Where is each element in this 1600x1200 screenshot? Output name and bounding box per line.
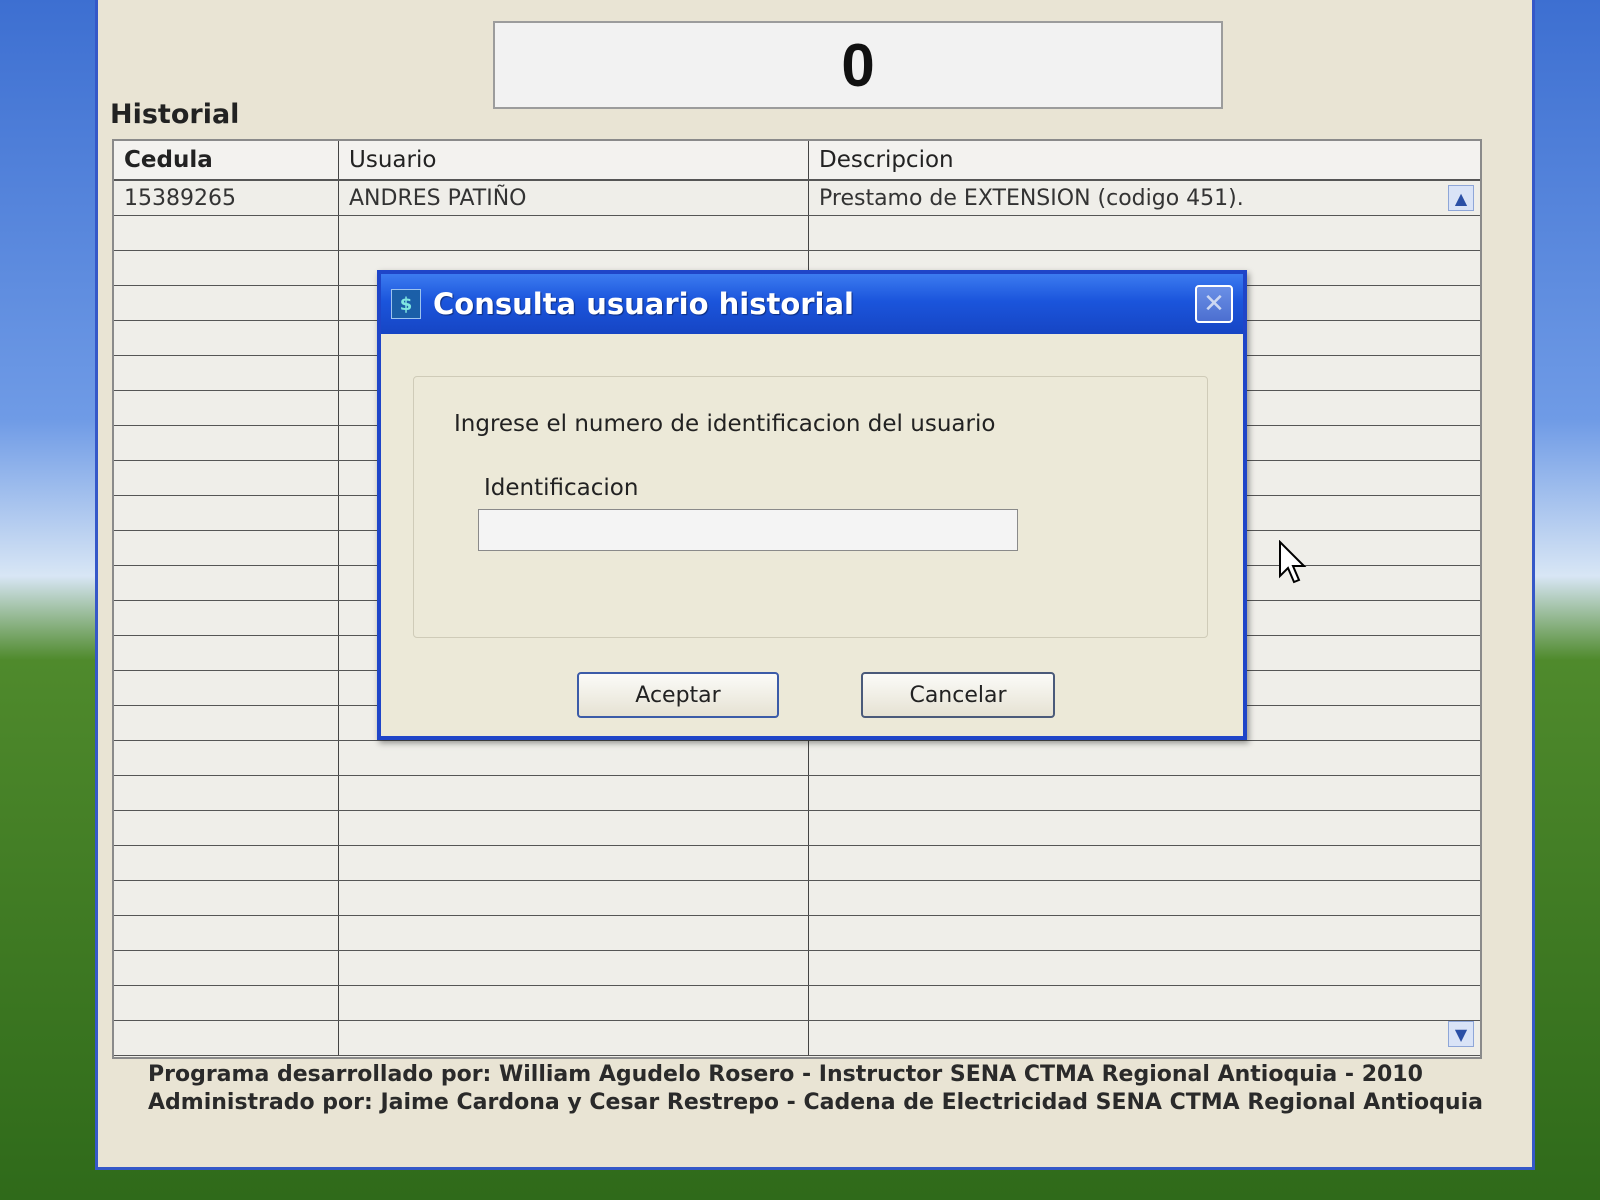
empty-cell — [114, 916, 339, 950]
grid-header: Cedula Usuario Descripcion — [114, 141, 1480, 181]
column-header-descripcion[interactable]: Descripcion — [809, 141, 1480, 179]
empty-cell — [114, 846, 339, 880]
empty-cell — [114, 426, 339, 460]
empty-cell — [114, 286, 339, 320]
cell-descripcion: Prestamo de EXTENSION (codigo 451). — [819, 185, 1244, 211]
app-icon: $ — [391, 289, 421, 319]
close-button[interactable]: ✕ — [1195, 285, 1233, 323]
empty-cell — [809, 951, 1480, 985]
empty-cell — [809, 741, 1480, 775]
cell-cedula: 15389265 — [114, 181, 339, 215]
cell-usuario: ANDRES PATIÑO — [339, 181, 809, 215]
scroll-down-icon[interactable]: ▼ — [1448, 1021, 1474, 1047]
empty-cell — [339, 951, 809, 985]
empty-cell — [339, 1021, 809, 1055]
empty-row — [114, 216, 1480, 251]
dialog-prompt: Ingrese el numero de identificacion del … — [454, 411, 996, 437]
table-row[interactable]: 15389265 ANDRES PATIÑO Prestamo de EXTEN… — [114, 181, 1480, 216]
footer-line-1: Programa desarrollado por: William Agude… — [148, 1062, 1423, 1087]
scroll-up-icon[interactable]: ▲ — [1448, 185, 1474, 211]
empty-cell — [114, 636, 339, 670]
dialog-titlebar[interactable]: $ Consulta usuario historial ✕ — [381, 274, 1243, 334]
empty-cell — [809, 846, 1480, 880]
column-header-cedula[interactable]: Cedula — [114, 141, 339, 179]
history-title: Historial — [110, 99, 240, 130]
empty-cell — [809, 986, 1480, 1020]
empty-cell — [339, 216, 809, 250]
empty-cell — [114, 706, 339, 740]
empty-cell — [114, 391, 339, 425]
identificacion-input[interactable] — [478, 509, 1018, 551]
empty-row — [114, 741, 1480, 776]
empty-cell — [809, 811, 1480, 845]
empty-cell — [339, 811, 809, 845]
footer-credits: Programa desarrollado por: William Agude… — [148, 1061, 1483, 1117]
counter-display: 0 — [493, 21, 1223, 109]
empty-cell — [339, 846, 809, 880]
empty-row — [114, 916, 1480, 951]
identificacion-label: Identificacion — [484, 475, 639, 501]
counter-value: 0 — [841, 31, 875, 99]
empty-row — [114, 951, 1480, 986]
empty-row — [114, 881, 1480, 916]
empty-cell — [114, 776, 339, 810]
empty-cell — [339, 881, 809, 915]
empty-cell — [809, 216, 1480, 250]
empty-row — [114, 846, 1480, 881]
empty-cell — [114, 811, 339, 845]
empty-cell — [809, 881, 1480, 915]
cancelar-button[interactable]: Cancelar — [861, 672, 1055, 718]
empty-cell — [809, 1021, 1480, 1055]
empty-row — [114, 1021, 1480, 1056]
empty-cell — [114, 251, 339, 285]
empty-cell — [114, 671, 339, 705]
empty-cell — [809, 916, 1480, 950]
input-group: Ingrese el numero de identificacion del … — [413, 376, 1208, 638]
aceptar-button[interactable]: Aceptar — [577, 672, 779, 718]
empty-cell — [114, 356, 339, 390]
empty-cell — [114, 496, 339, 530]
empty-row — [114, 776, 1480, 811]
empty-cell — [114, 986, 339, 1020]
empty-cell — [114, 566, 339, 600]
empty-cell — [114, 741, 339, 775]
empty-cell — [114, 881, 339, 915]
column-header-usuario[interactable]: Usuario — [339, 141, 809, 179]
empty-cell — [114, 531, 339, 565]
dialog-title: Consulta usuario historial — [433, 287, 854, 321]
empty-cell — [809, 776, 1480, 810]
mouse-cursor-icon — [1279, 540, 1307, 584]
footer-line-2: Administrado por: Jaime Cardona y Cesar … — [148, 1090, 1483, 1115]
empty-cell — [339, 741, 809, 775]
empty-cell — [339, 776, 809, 810]
empty-cell — [339, 916, 809, 950]
empty-cell — [114, 321, 339, 355]
empty-cell — [114, 601, 339, 635]
empty-cell — [114, 216, 339, 250]
empty-cell — [114, 951, 339, 985]
empty-row — [114, 811, 1480, 846]
empty-cell — [114, 461, 339, 495]
empty-row — [114, 986, 1480, 1021]
empty-cell — [339, 986, 809, 1020]
close-icon: ✕ — [1203, 289, 1225, 319]
consulta-dialog: $ Consulta usuario historial ✕ Ingrese e… — [377, 270, 1247, 740]
empty-cell — [114, 1021, 339, 1055]
